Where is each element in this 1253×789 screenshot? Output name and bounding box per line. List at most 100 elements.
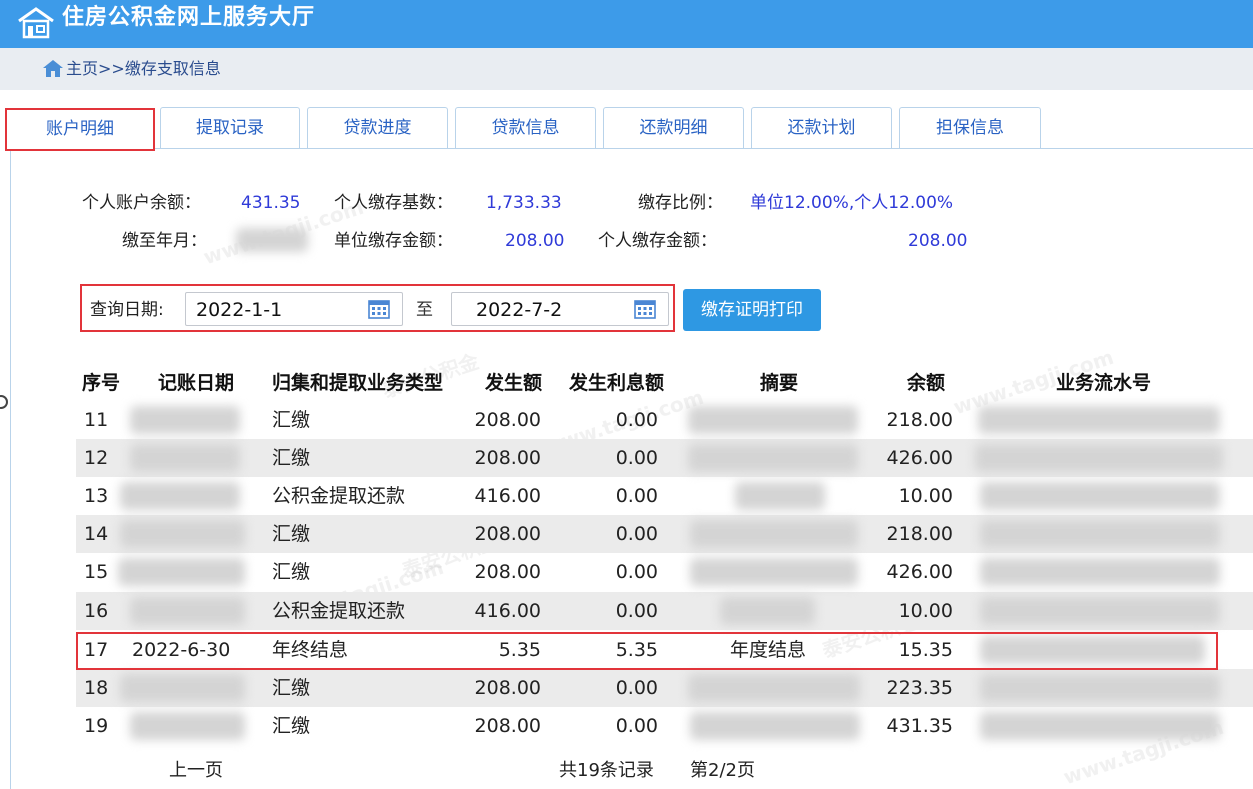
cell-amount: 208.00 [474, 561, 541, 583]
cell-amount: 208.00 [474, 409, 541, 431]
redacted-date [120, 674, 245, 702]
start-date-input[interactable]: 2022-1-1 [185, 292, 403, 326]
cell-interest: 0.00 [615, 561, 658, 583]
tab-loan-info[interactable]: 贷款信息 [455, 107, 596, 148]
account-summary: 个人账户余额： 431.35 个人缴存基数： 1,733.33 缴存比例： 单位… [76, 180, 1000, 260]
to-label: 至 [416, 300, 433, 320]
redacted-date [120, 482, 240, 510]
cell-amount: 208.00 [474, 715, 541, 737]
calendar-icon[interactable] [368, 299, 390, 319]
redacted-serial [980, 520, 1220, 548]
col-balance: 余额 [907, 372, 946, 394]
row-17-highlight-box [76, 632, 1218, 670]
cell-interest: 0.00 [615, 600, 658, 622]
tab-withdrawal-records[interactable]: 提取记录 [160, 107, 300, 148]
prev-page-link[interactable]: 上一页 [169, 760, 223, 782]
cell-no: 12 [84, 447, 109, 469]
home-logo-icon [18, 7, 54, 39]
redacted-date [118, 558, 245, 586]
cell-balance: 426.00 [886, 561, 953, 583]
col-summary: 摘要 [760, 372, 799, 394]
cell-interest: 0.00 [615, 715, 658, 737]
tab-account-detail[interactable]: 账户明细 [5, 108, 155, 151]
balance-label: 个人账户余额： [82, 193, 201, 213]
cell-no: 19 [84, 715, 109, 737]
col-amount: 发生额 [485, 372, 543, 394]
redacted-summary [688, 674, 860, 702]
cell-no: 15 [84, 561, 109, 583]
unit-amount-value: 208.00 [505, 231, 565, 251]
cell-no: 13 [84, 485, 109, 507]
content-frame-border [10, 148, 11, 789]
col-no: 序号 [82, 372, 121, 394]
cell-amount: 208.00 [474, 677, 541, 699]
end-date-value: 2022-7-2 [476, 299, 563, 321]
cell-balance: 223.35 [886, 677, 953, 699]
deposit-base-value: 1,733.33 [486, 193, 562, 213]
calendar-icon[interactable] [634, 299, 656, 319]
cell-amount: 416.00 [474, 485, 541, 507]
breadcrumb[interactable]: 主页>>缴存支取信息 [66, 59, 221, 79]
end-date-input[interactable]: 2022-7-2 [451, 292, 669, 326]
tab-repayment-plan[interactable]: 还款计划 [751, 107, 892, 148]
cell-interest: 0.00 [615, 409, 658, 431]
col-type: 归集和提取业务类型 [272, 372, 444, 394]
cell-no: 16 [84, 600, 109, 622]
personal-amount-value: 208.00 [908, 231, 968, 251]
cell-balance: 218.00 [886, 523, 953, 545]
cell-balance: 426.00 [886, 447, 953, 469]
cell-balance: 431.35 [886, 715, 953, 737]
side-handle [0, 395, 8, 409]
redacted-paid-to [236, 228, 308, 252]
redacted-serial [980, 558, 1220, 586]
col-date: 记账日期 [158, 372, 235, 394]
breadcrumb-bar: 主页>>缴存支取信息 [0, 48, 1253, 90]
page-indicator: 第2/2页 [690, 760, 755, 781]
start-date-value: 2022-1-1 [196, 299, 283, 321]
home-icon[interactable] [42, 58, 64, 78]
cell-type: 汇缴 [272, 523, 311, 545]
redacted-serial [975, 444, 1223, 472]
cell-balance: 10.00 [898, 600, 953, 622]
header-bar: 住房公积金网上服务大厅 [0, 0, 1253, 48]
cell-type: 汇缴 [272, 561, 311, 583]
redacted-date [120, 520, 245, 548]
redacted-summary [690, 520, 858, 548]
redacted-date [130, 406, 240, 434]
cell-no: 14 [84, 523, 109, 545]
cell-interest: 0.00 [615, 447, 658, 469]
redacted-serial [980, 482, 1220, 510]
redacted-serial [980, 712, 1220, 740]
cell-type: 公积金提取还款 [272, 600, 406, 622]
query-date-label: 查询日期: [90, 300, 164, 320]
cell-type: 汇缴 [272, 715, 311, 737]
record-count: 共19条记录 [559, 760, 654, 781]
redacted-serial [980, 674, 1220, 702]
app-title: 住房公积金网上服务大厅 [62, 5, 316, 30]
print-deposit-certificate-button[interactable]: 缴存证明打印 [683, 289, 821, 331]
redacted-summary [690, 712, 860, 740]
redacted-date [130, 712, 245, 740]
tab-loan-progress[interactable]: 贷款进度 [307, 107, 448, 148]
cell-amount: 208.00 [474, 523, 541, 545]
tab-guarantee-info[interactable]: 担保信息 [899, 107, 1041, 148]
cell-balance: 10.00 [898, 485, 953, 507]
deposit-ratio-label: 缴存比例： [638, 193, 723, 213]
cell-no: 18 [84, 677, 109, 699]
deposit-ratio-value: 单位12.00%,个人12.00% [750, 193, 954, 213]
redacted-summary [688, 444, 858, 472]
col-serial: 业务流水号 [1056, 372, 1152, 394]
cell-type: 公积金提取还款 [272, 485, 406, 507]
col-interest: 发生利息额 [569, 372, 665, 394]
tab-repayment-detail[interactable]: 还款明细 [603, 107, 744, 148]
balance-value: 431.35 [241, 193, 301, 213]
cell-type: 汇缴 [272, 447, 311, 469]
cell-interest: 0.00 [615, 677, 658, 699]
tabs-baseline [10, 148, 1253, 149]
personal-amount-label: 个人缴存金额： [598, 231, 717, 251]
cell-amount: 208.00 [474, 447, 541, 469]
paid-to-label: 缴至年月： [122, 231, 207, 251]
redacted-summary [688, 406, 858, 434]
cell-balance: 218.00 [886, 409, 953, 431]
cell-amount: 416.00 [474, 600, 541, 622]
